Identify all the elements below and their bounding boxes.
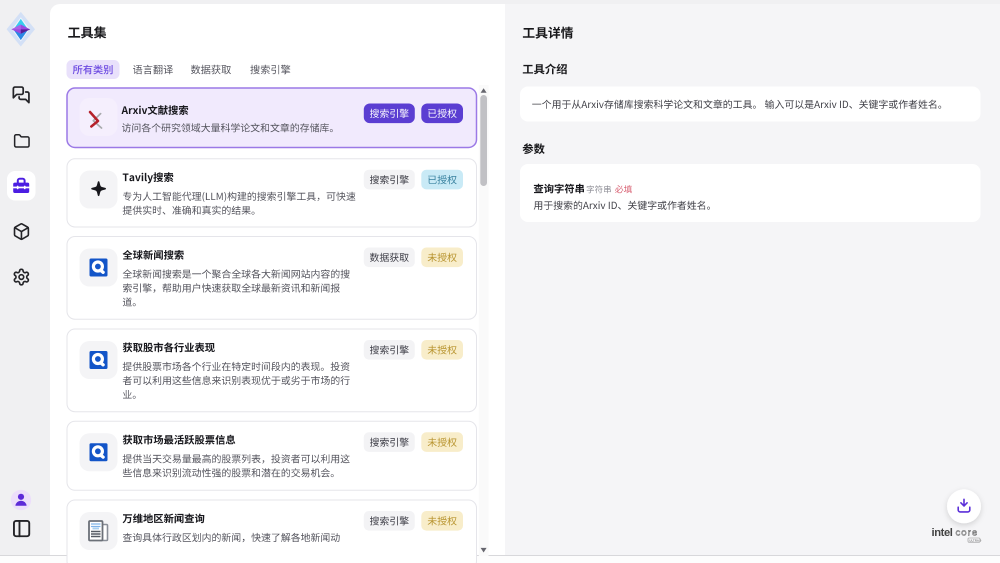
- svg-text:core: core: [956, 528, 979, 539]
- svg-text:intel: intel: [932, 527, 953, 539]
- svg-text:ULTRA 9: ULTRA 9: [969, 538, 981, 542]
